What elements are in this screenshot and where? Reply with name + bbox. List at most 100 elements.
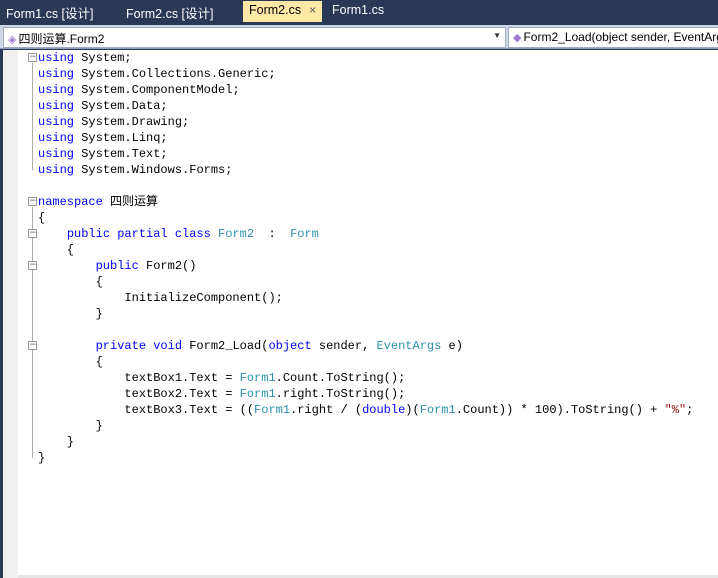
tab-label: Form1.cs bbox=[332, 3, 385, 17]
collapse-toggle-icon[interactable]: − bbox=[28, 229, 37, 238]
collapse-toggle-icon[interactable]: − bbox=[28, 53, 37, 62]
collapse-toggle-icon[interactable]: − bbox=[28, 341, 37, 350]
navigation-bar: ◈ 四则运算.Form2 ▼ ◆ Form2_Load(object sender,… bbox=[0, 25, 718, 49]
outline-line bbox=[32, 351, 33, 426]
tab-2[interactable]: Form2.cs × bbox=[243, 1, 323, 22]
code-token: System.ComponentModel; bbox=[81, 83, 240, 97]
code-token: )( bbox=[405, 403, 420, 417]
tab-3[interactable]: Form1.cs bbox=[326, 1, 390, 22]
code-token: sender, bbox=[318, 339, 377, 353]
code-token: 四则运算 bbox=[110, 195, 159, 209]
code-line: { bbox=[38, 210, 693, 226]
code-token: using bbox=[38, 115, 82, 129]
code-line: InitializeComponent(); bbox=[38, 290, 693, 306]
code-token: textBox3.Text = (( bbox=[38, 403, 255, 417]
code-line: public partial class Form2 : Form bbox=[38, 226, 693, 242]
code-line: using System.Windows.Forms; bbox=[38, 162, 693, 178]
type-combobox[interactable]: ◈ 四则运算.Form2 ▼ bbox=[3, 27, 506, 48]
code-token: using bbox=[38, 99, 82, 113]
tab-label: Form2.cs [设计] bbox=[126, 7, 214, 21]
code-line: { bbox=[38, 274, 693, 290]
code-line: using System; bbox=[38, 50, 693, 66]
tab-label: Form2.cs bbox=[249, 3, 302, 17]
code-token: System.Drawing; bbox=[81, 115, 190, 129]
code-token: ; bbox=[686, 403, 694, 417]
code-token: InitializeComponent(); bbox=[38, 291, 283, 305]
code-token: System.Windows.Forms; bbox=[81, 163, 233, 177]
code-token: using bbox=[38, 147, 82, 161]
code-line: public Form2() bbox=[38, 258, 693, 274]
outline-line bbox=[32, 271, 33, 314]
code-token: } bbox=[38, 451, 46, 465]
code-token: Form1 bbox=[419, 403, 456, 417]
code-token: private void bbox=[95, 339, 190, 353]
code-line: textBox1.Text = Form1.Count.ToString(); bbox=[38, 370, 693, 386]
code-token: } bbox=[38, 307, 103, 321]
collapse-toggle-icon[interactable]: − bbox=[28, 261, 37, 270]
code-token: Form2 bbox=[218, 227, 255, 241]
code-token: .right.ToString(); bbox=[275, 387, 406, 401]
tab-1[interactable]: Form2.cs [设计] bbox=[120, 1, 220, 22]
type-combo-value: 四则运算.Form2 bbox=[18, 32, 105, 46]
class-icon: ◈ bbox=[8, 34, 17, 46]
code-token: Form1 bbox=[239, 371, 276, 385]
code-line: namespace 四则运算 bbox=[38, 194, 693, 210]
member-combo-value: Form2_Load(object sender, EventArgs e) bbox=[523, 30, 718, 44]
code-token: e) bbox=[448, 339, 463, 353]
code-token: Form1 bbox=[254, 403, 291, 417]
code-token: using bbox=[38, 83, 82, 97]
code-line: using System.Data; bbox=[38, 98, 693, 114]
code-token: System; bbox=[81, 51, 132, 65]
code-token: double bbox=[362, 403, 406, 417]
code-token: using bbox=[38, 51, 82, 65]
code-token: textBox1.Text = bbox=[38, 371, 240, 385]
code-token: Form1 bbox=[239, 387, 276, 401]
code-token: object bbox=[268, 339, 319, 353]
code-token: System.Data; bbox=[81, 99, 168, 113]
code-token: using bbox=[38, 67, 82, 81]
code-line: using System.Collections.Generic; bbox=[38, 66, 693, 82]
code-token: public bbox=[95, 259, 147, 273]
code-token: { bbox=[38, 243, 75, 257]
close-icon[interactable]: × bbox=[309, 3, 316, 17]
code-token: { bbox=[38, 275, 103, 289]
code-token: { bbox=[38, 355, 103, 369]
code-line: { bbox=[38, 354, 693, 370]
tab-label: Form1.cs [设计] bbox=[6, 7, 94, 21]
tab-0[interactable]: Form1.cs [设计] bbox=[0, 1, 100, 22]
code-token: Form2_Load( bbox=[189, 339, 269, 353]
code-editor[interactable]: using System; using System.Collections.Ge… bbox=[0, 50, 718, 578]
code-token: .right / ( bbox=[290, 403, 363, 417]
indicator-margin bbox=[3, 50, 18, 578]
code-token: System.Collections.Generic; bbox=[81, 67, 276, 81]
code-token: } bbox=[38, 435, 75, 449]
chevron-down-icon[interactable]: ▼ bbox=[493, 31, 501, 40]
code-token: Form bbox=[290, 227, 319, 241]
code-text[interactable]: using System; using System.Collections.Ge… bbox=[38, 50, 693, 466]
code-line: using System.Linq; bbox=[38, 130, 693, 146]
code-token: : bbox=[254, 227, 291, 241]
code-line: textBox2.Text = Form1.right.ToString(); bbox=[38, 386, 693, 402]
code-line: private void Form2_Load(object sender, E… bbox=[38, 338, 693, 354]
code-line: using System.Text; bbox=[38, 146, 693, 162]
code-token: using bbox=[38, 163, 82, 177]
outline-line bbox=[32, 63, 33, 170]
method-icon: ◆ bbox=[513, 32, 522, 44]
code-token: { bbox=[38, 211, 46, 225]
collapse-toggle-icon[interactable]: − bbox=[28, 197, 37, 206]
code-token: .Count)) * 100).ToString() + bbox=[455, 403, 665, 417]
code-token: System.Linq; bbox=[81, 131, 168, 145]
code-token: "%" bbox=[664, 403, 687, 417]
code-line: using System.Drawing; bbox=[38, 114, 693, 130]
code-token: namespace bbox=[38, 195, 111, 209]
code-line: } bbox=[38, 450, 693, 466]
code-token: System.Text; bbox=[81, 147, 168, 161]
member-combobox[interactable]: ◆Form2_Load(object sender, EventArgs e) bbox=[508, 27, 718, 48]
code-token: Form2() bbox=[146, 259, 197, 273]
code-token: .Count.ToString(); bbox=[275, 371, 406, 385]
